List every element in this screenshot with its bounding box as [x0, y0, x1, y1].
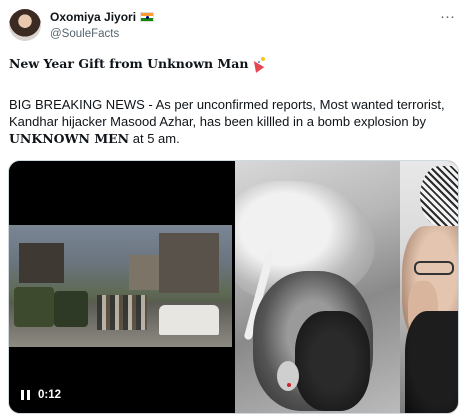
media-grid: 0:12 — [8, 160, 459, 414]
tweet: Oxomiya Jiyori @SouleFacts ··· New Year … — [0, 0, 469, 419]
tweet-body: BIG BREAKING NEWS - As per unconfirmed r… — [9, 96, 459, 147]
display-name[interactable]: Oxomiya Jiyori — [50, 10, 136, 24]
body-text-bold: UNKNOWN MEN — [9, 131, 130, 146]
video-controls: 0:12 — [21, 389, 61, 401]
author-handle[interactable]: @SouleFacts — [50, 28, 119, 40]
video-frame — [9, 225, 232, 347]
body-text-part2: at 5 am. — [129, 131, 180, 146]
author-name-row: Oxomiya Jiyori — [50, 10, 155, 24]
inset-portrait — [400, 161, 458, 413]
pause-icon[interactable] — [21, 390, 30, 400]
india-flag-icon — [140, 12, 155, 22]
video-player[interactable]: 0:12 — [9, 161, 232, 413]
body-text-part1: BIG BREAKING NEWS - As per unconfirmed r… — [9, 97, 445, 129]
more-options-icon[interactable]: ··· — [440, 8, 455, 25]
video-timecode: 0:12 — [38, 389, 62, 401]
headline-text: New Year Gift from Unknown Man — [9, 56, 249, 71]
party-popper-icon — [251, 56, 266, 71]
avatar[interactable] — [9, 9, 41, 41]
photo[interactable] — [235, 161, 458, 413]
tweet-headline: New Year Gift from Unknown Man — [9, 56, 266, 71]
